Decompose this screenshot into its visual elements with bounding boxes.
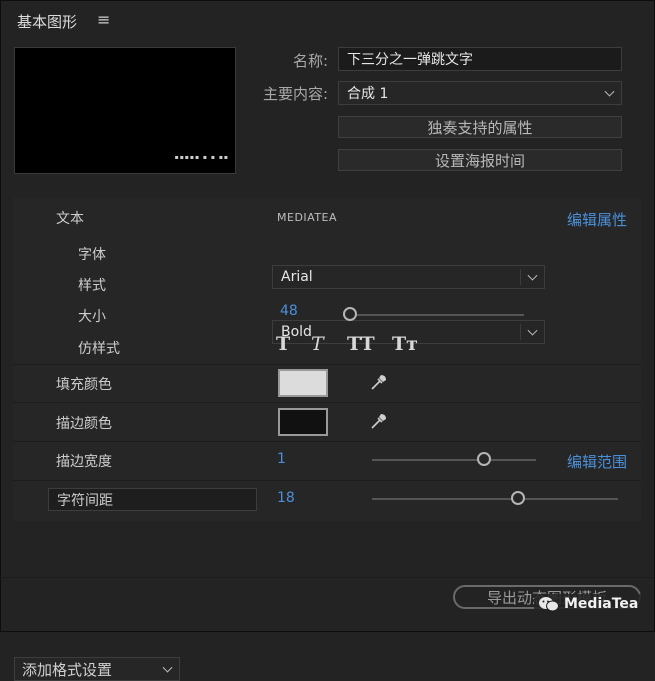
- divider: [13, 441, 641, 442]
- name-input[interactable]: 下三分之一弹跳文字: [338, 47, 622, 71]
- watermark-text: MediaTea: [564, 596, 639, 612]
- poster-time-button[interactable]: 设置海报时间: [338, 149, 622, 171]
- preview-text-dots: ▪▪▪▪▪ ▪ ▪ ▪▪: [174, 154, 229, 161]
- chevron-down-icon: [162, 662, 173, 673]
- divider: [13, 402, 641, 403]
- all-caps-button[interactable]: TT: [347, 333, 375, 355]
- text-layer-name: MEDIATEA: [277, 211, 338, 224]
- style-label: 样式: [78, 278, 106, 294]
- font-select[interactable]: Arial: [272, 265, 545, 289]
- eyedropper-icon[interactable]: [369, 372, 389, 392]
- eyedropper-icon[interactable]: [369, 411, 389, 431]
- select-divider: [520, 269, 521, 285]
- chevron-down-icon: [527, 270, 538, 281]
- select-divider: [520, 324, 521, 340]
- content-select-value: 合成 1: [347, 86, 389, 102]
- size-slider-knob[interactable]: [343, 307, 357, 321]
- size-value[interactable]: 48: [280, 303, 298, 319]
- small-caps-button[interactable]: Tт: [392, 333, 418, 355]
- content-label: 主要内容:: [262, 85, 328, 103]
- add-format-select[interactable]: 添加格式设置: [14, 657, 180, 681]
- faux-bold-button[interactable]: T: [276, 333, 290, 355]
- divider: [13, 364, 641, 365]
- chevron-down-icon: [527, 325, 538, 336]
- menu-icon[interactable]: ≡: [97, 10, 110, 29]
- tracking-value[interactable]: 18: [277, 490, 295, 506]
- edit-range-link[interactable]: 编辑范围: [567, 451, 627, 472]
- chevron-down-icon: [604, 86, 615, 97]
- faux-style-label: 仿样式: [78, 341, 120, 357]
- panel-title: 基本图形: [17, 13, 78, 31]
- text-section-label: 文本: [56, 211, 84, 227]
- content-select[interactable]: 合成 1: [338, 81, 622, 105]
- font-select-value: Arial: [281, 269, 313, 285]
- size-label: 大小: [78, 309, 106, 325]
- preview-thumbnail: ▪▪▪▪▪ ▪ ▪ ▪▪: [14, 47, 236, 174]
- wechat-icon: [539, 597, 559, 612]
- edit-properties-link[interactable]: 编辑属性: [567, 209, 627, 230]
- solo-properties-button[interactable]: 独奏支持的属性: [338, 116, 622, 138]
- stroke-width-value[interactable]: 1: [277, 451, 286, 467]
- stroke-width-slider-knob[interactable]: [477, 452, 491, 466]
- font-label: 字体: [78, 247, 106, 263]
- fill-color-label: 填充颜色: [56, 377, 112, 393]
- stroke-width-slider-track[interactable]: [372, 459, 536, 461]
- stroke-color-swatch[interactable]: [278, 408, 328, 436]
- tracking-slider-track[interactable]: [372, 498, 618, 500]
- faux-italic-button[interactable]: T: [311, 333, 324, 355]
- fill-color-swatch[interactable]: [278, 369, 328, 397]
- divider: [0, 577, 653, 578]
- stroke-width-label: 描边宽度: [56, 454, 112, 470]
- watermark: MediaTea: [534, 594, 643, 614]
- size-slider-track[interactable]: [343, 314, 524, 316]
- divider: [13, 480, 641, 481]
- name-label: 名称:: [292, 52, 328, 70]
- add-format-label: 添加格式设置: [22, 660, 113, 679]
- properties-section: [13, 198, 641, 521]
- stroke-color-label: 描边颜色: [56, 416, 112, 432]
- tracking-label-field[interactable]: 字符间距: [48, 488, 257, 511]
